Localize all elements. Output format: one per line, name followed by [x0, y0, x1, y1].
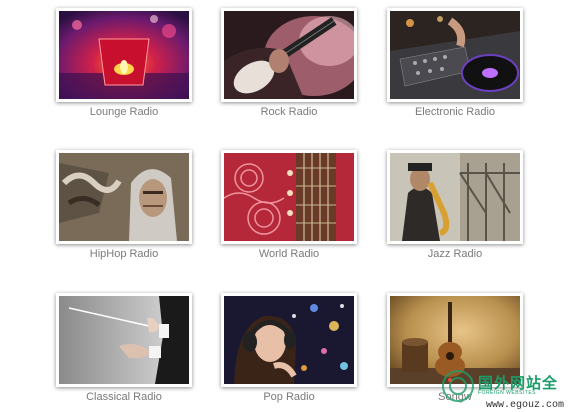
station-label[interactable]: Classical Radio	[36, 391, 212, 403]
electric-guitar-photo[interactable]	[221, 8, 357, 102]
radio-station-grid: Lounge Radio Rock Radio Electronic Radio…	[0, 0, 580, 412]
station-label[interactable]: Electronic Radio	[367, 106, 543, 118]
watermark-logo-icon	[442, 370, 474, 402]
headphones-girl-photo[interactable]	[221, 293, 357, 387]
candle-lounge-photo[interactable]	[56, 8, 192, 102]
station-label[interactable]: HipHop Radio	[36, 248, 212, 260]
conductor-baton-photo[interactable]	[56, 293, 192, 387]
station-label[interactable]: World Radio	[201, 248, 377, 260]
site-watermark: 国外网站全 FOREIGN WEBSITES www.egouz.com	[440, 364, 580, 412]
station-label[interactable]: Jazz Radio	[367, 248, 543, 260]
hooded-man-graffiti-photo[interactable]	[56, 150, 192, 244]
dj-turntable-photo[interactable]	[387, 8, 523, 102]
station-label[interactable]: Lounge Radio	[36, 106, 212, 118]
sitar-photo[interactable]	[221, 150, 357, 244]
watermark-subtitle: FOREIGN WEBSITES	[478, 390, 537, 396]
saxophone-player-photo[interactable]	[387, 150, 523, 244]
station-label[interactable]: Pop Radio	[201, 391, 377, 403]
station-label[interactable]: Rock Radio	[201, 106, 377, 118]
watermark-url: www.egouz.com	[486, 400, 565, 411]
